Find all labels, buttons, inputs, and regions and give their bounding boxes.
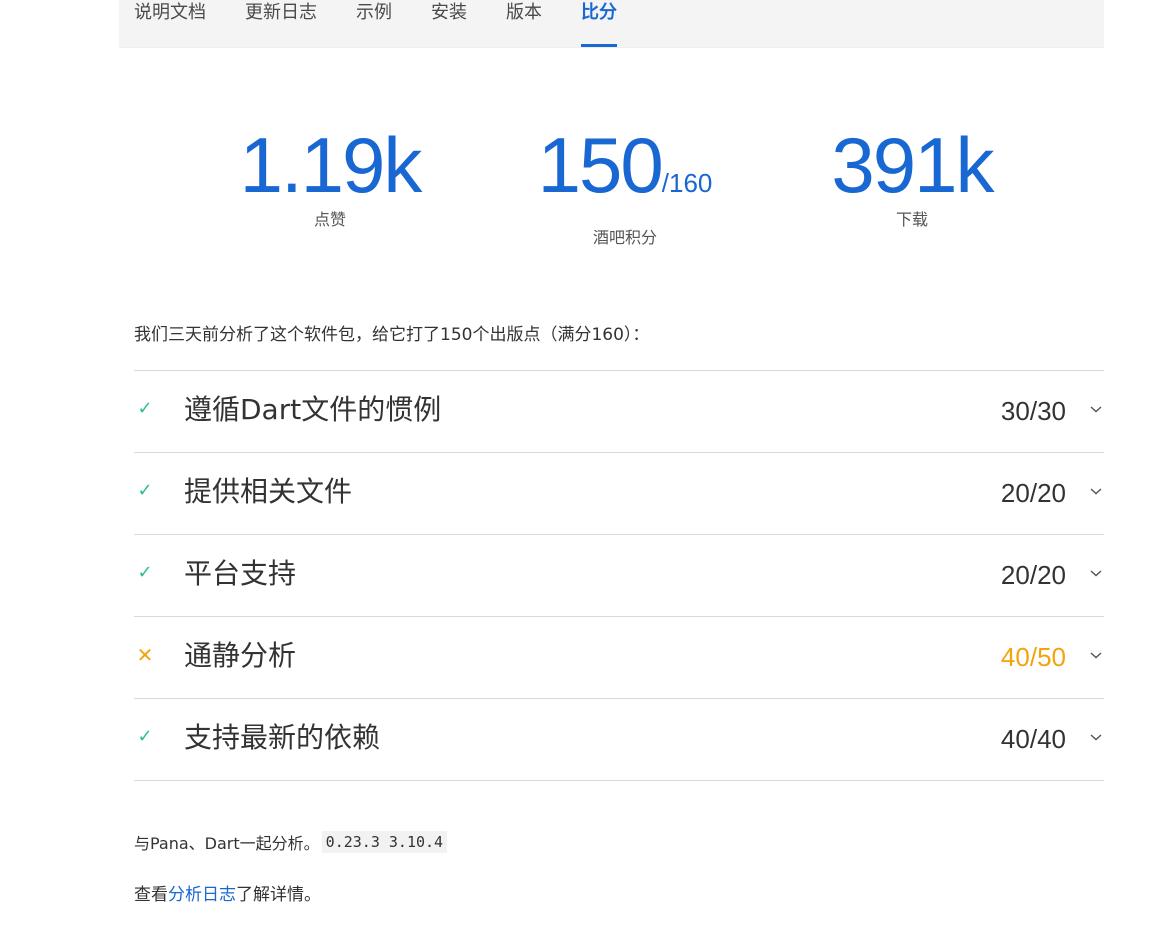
- points-stat: 150/160 酒吧积分: [515, 122, 735, 248]
- version-code: 0.23.3 3.10.4: [321, 831, 448, 853]
- section-title: 平台支持: [184, 557, 297, 590]
- section-score: 40/50: [1000, 642, 1066, 672]
- section-title: 支持最新的依赖: [184, 721, 381, 754]
- tab-installing[interactable]: 安装: [431, 0, 467, 47]
- check-icon: ✓: [137, 398, 153, 419]
- section-score: 40/40: [1000, 724, 1066, 754]
- tab-scores[interactable]: 比分: [581, 0, 617, 47]
- analysis-info: 与Pana、Dart一起分析。 0.23.3 3.10.4: [134, 830, 448, 854]
- chevron-down-icon[interactable]: [1088, 483, 1104, 499]
- check-icon: ✓: [137, 562, 153, 583]
- tab-label: 说明文档: [134, 2, 206, 23]
- section-score: 20/20: [1000, 478, 1066, 508]
- details-prefix: 查看: [134, 885, 168, 905]
- chevron-down-icon[interactable]: [1088, 401, 1104, 417]
- points-label: 酒吧积分: [592, 228, 657, 247]
- tab-label: 安装: [431, 2, 467, 23]
- score-summary: 我们三天前分析了这个软件包，给它打了150个出版点（满分160）：: [134, 325, 650, 345]
- cross-icon: ✕: [136, 643, 154, 667]
- analysis-log-link[interactable]: 分析日志: [168, 885, 236, 905]
- tab-example[interactable]: 示例: [356, 0, 392, 47]
- points-value-wrapper: 150/160: [515, 122, 735, 226]
- tabs: 说明文档 更新日志 示例 安装 版本 比分: [134, 0, 656, 47]
- downloads-stat: 391k 下载: [812, 122, 1012, 230]
- section-documentation[interactable]: ✓ 提供相关文件 20/20: [134, 453, 1104, 535]
- details-suffix: 了解详情。: [236, 885, 321, 905]
- analysis-prefix: 与Pana、Dart一起分析。: [134, 834, 320, 853]
- likes-label: 点赞: [313, 210, 346, 229]
- pana-version: 0.23.3: [325, 833, 380, 851]
- check-icon: ✓: [137, 726, 153, 747]
- score-sections: ✓ 遵循Dart文件的惯例 30/30 ✓ 提供相关文件 20/20 ✓ 平台支…: [134, 370, 1104, 781]
- tab-label: 版本: [506, 2, 542, 23]
- section-score: 30/30: [1000, 396, 1066, 426]
- section-conventions[interactable]: ✓ 遵循Dart文件的惯例 30/30: [134, 371, 1104, 453]
- section-dependencies[interactable]: ✓ 支持最新的依赖 40/40: [134, 699, 1104, 781]
- tab-versions[interactable]: 版本: [506, 0, 542, 47]
- points-value: 150: [537, 121, 664, 209]
- tab-label: 示例: [356, 2, 392, 23]
- section-title: 遵循Dart文件的惯例: [184, 393, 442, 426]
- section-platform-support[interactable]: ✓ 平台支持 20/20: [134, 535, 1104, 617]
- tab-label: 比分: [581, 2, 617, 23]
- likes-stat: 1.19k 点赞: [230, 122, 430, 230]
- tab-bar: 说明文档 更新日志 示例 安装 版本 比分: [119, 0, 1104, 48]
- tab-changelog[interactable]: 更新日志: [245, 0, 317, 47]
- dart-version: 3.10.4: [388, 833, 444, 851]
- chevron-down-icon[interactable]: [1088, 647, 1104, 663]
- check-icon: ✓: [137, 480, 153, 501]
- section-title: 提供相关文件: [184, 475, 353, 508]
- chevron-down-icon[interactable]: [1088, 729, 1104, 745]
- downloads-label: 下载: [895, 210, 928, 229]
- page: 说明文档 更新日志 示例 安装 版本 比分 1.19k 点赞 150/160 酒…: [0, 0, 1175, 943]
- tab-label: 更新日志: [245, 2, 317, 23]
- likes-value: 1.19k: [239, 121, 423, 209]
- section-title: 通静分析: [184, 639, 297, 672]
- section-score: 20/20: [1000, 560, 1066, 590]
- section-static-analysis[interactable]: ✕ 通静分析 40/50: [134, 617, 1104, 699]
- downloads-value: 391k: [831, 121, 994, 209]
- points-max: /160: [661, 168, 713, 198]
- chevron-down-icon[interactable]: [1088, 565, 1104, 581]
- tab-readme[interactable]: 说明文档: [134, 0, 206, 47]
- details-text: 查看分析日志了解详情。: [134, 880, 321, 905]
